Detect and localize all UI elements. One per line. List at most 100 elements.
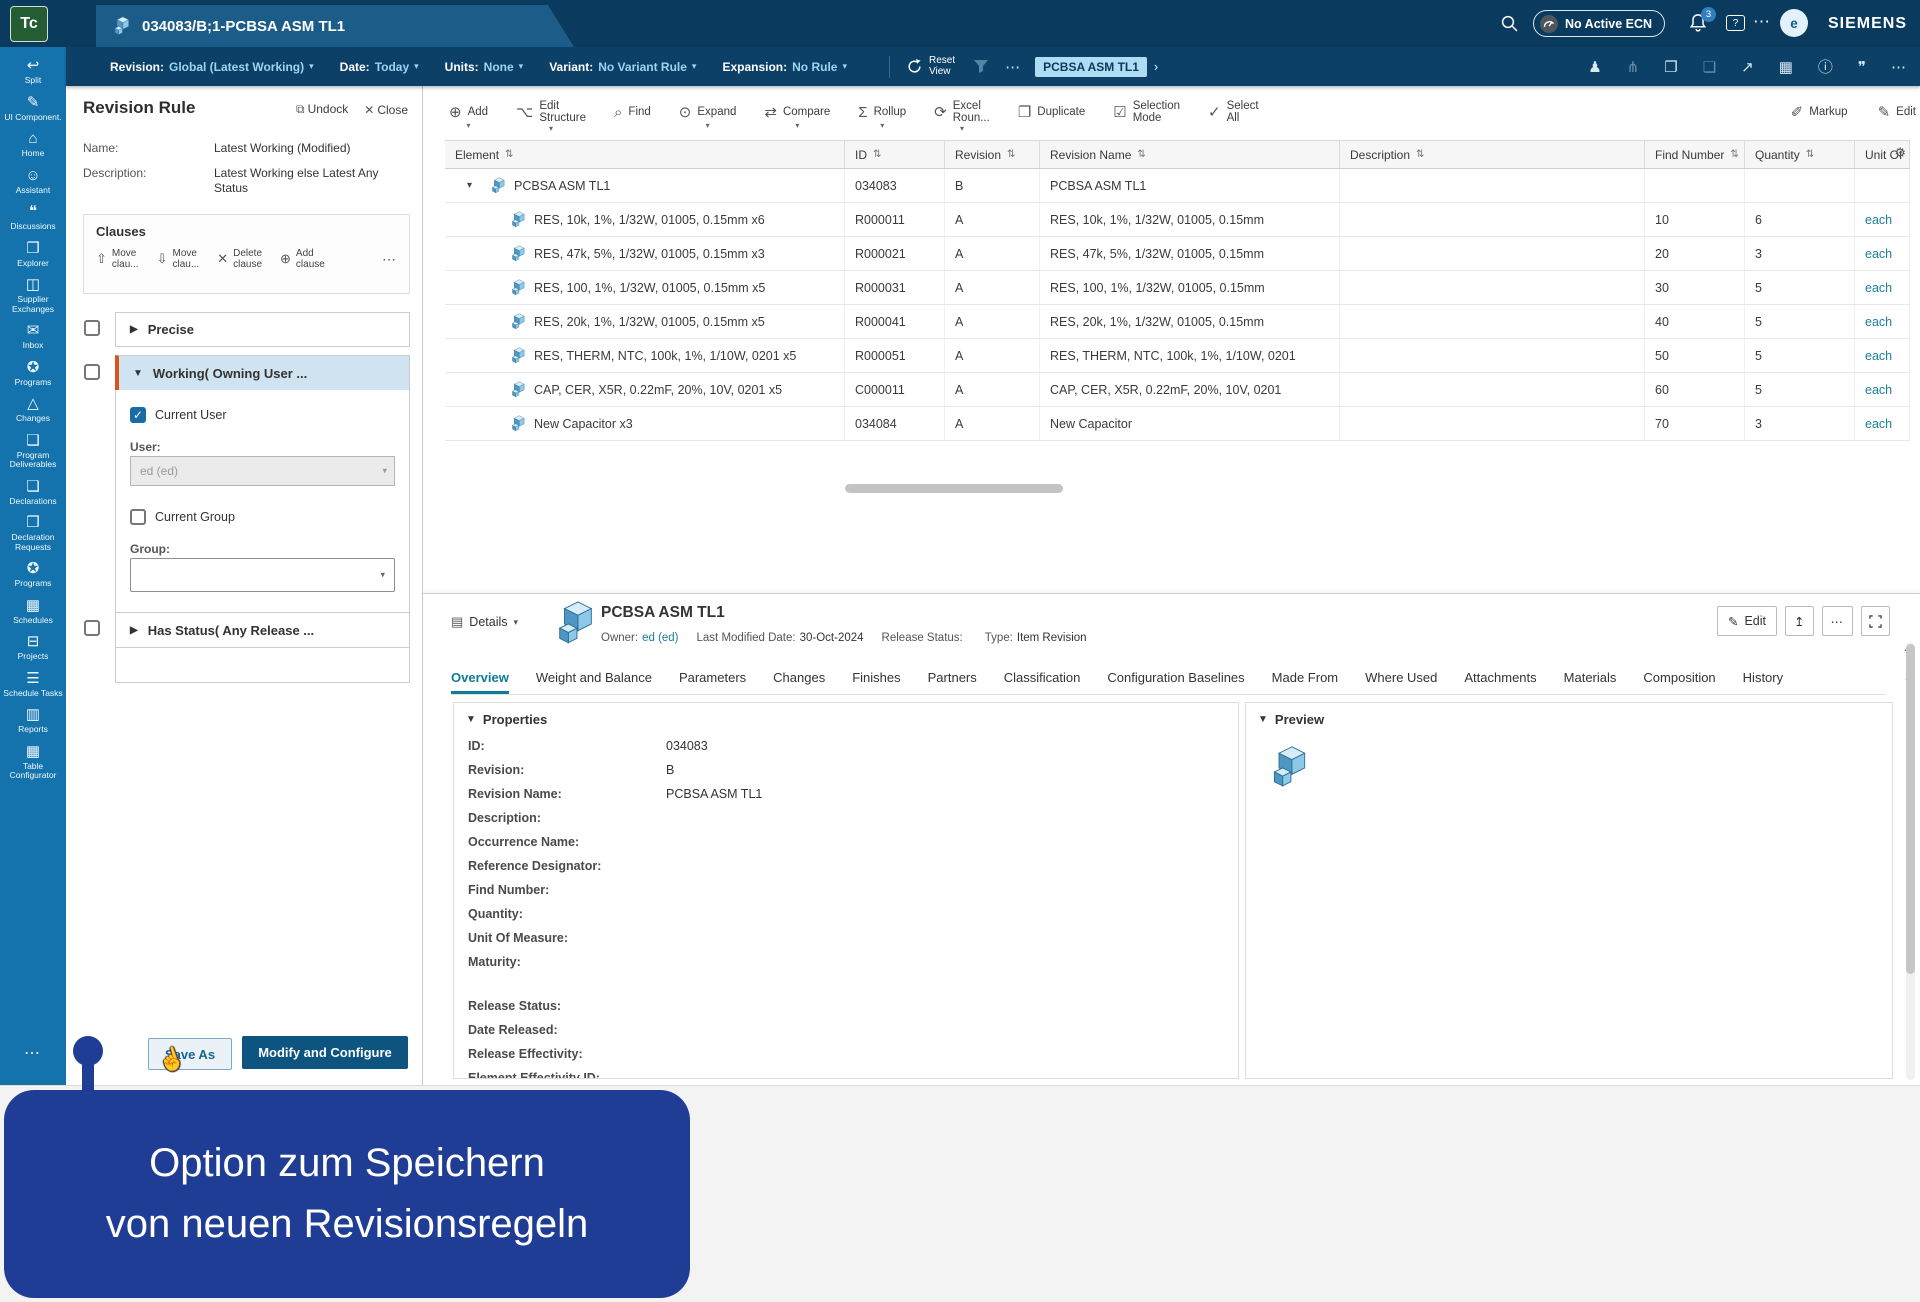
sidebar-item-explorer[interactable]: ❐Explorer: [0, 240, 66, 269]
clause-has-status[interactable]: ▶ Has Status( Any Release ...: [115, 612, 410, 648]
tab-made-from[interactable]: Made From: [1272, 670, 1338, 694]
vertical-scrollbar[interactable]: [1906, 642, 1915, 1080]
filter-expansion[interactable]: Expansion:No Rule▾: [722, 60, 847, 74]
sidebar-item-split[interactable]: ↩Split: [0, 57, 66, 86]
open-in-icon[interactable]: ↗: [1741, 58, 1754, 76]
sort-icon[interactable]: ⇅: [1806, 149, 1814, 160]
user-avatar[interactable]: e: [1780, 9, 1808, 37]
tab-materials[interactable]: Materials: [1564, 670, 1617, 694]
config-more-icon[interactable]: ⋯: [1005, 58, 1021, 76]
expand-button[interactable]: ⊙Expand▾: [679, 103, 737, 127]
tab-classification[interactable]: Classification: [1004, 670, 1081, 694]
sidebar-item-table-configurator[interactable]: ▦Table Configurator: [0, 743, 66, 781]
add-button[interactable]: ⊕Add▾: [449, 103, 488, 127]
meta-value[interactable]: ed (ed): [642, 632, 678, 644]
clause-working[interactable]: ▼ Working( Owning User ...: [115, 355, 410, 392]
filter-revision[interactable]: Revision:Global (Latest Working)▾: [110, 60, 314, 74]
no-active-ecn-pill[interactable]: No Active ECN: [1533, 10, 1665, 37]
modify-and-configure-button[interactable]: Modify and Configure: [242, 1036, 408, 1069]
select-all-button[interactable]: ✓Select All: [1208, 100, 1259, 130]
table-row[interactable]: ▾PCBSA ASM TL1034083BPCBSA ASM TL1: [445, 169, 1910, 203]
details-dropdown-button[interactable]: ▤ Details ▾: [451, 614, 518, 630]
unit-of-measure-link[interactable]: each: [1865, 383, 1892, 397]
cell-element[interactable]: RES, 47k, 5%, 1/32W, 01005, 0.15mm x3: [445, 237, 845, 270]
table-view-icon[interactable]: ▦: [1779, 58, 1793, 76]
close-button[interactable]: ✕Close: [364, 103, 408, 117]
table-row[interactable]: RES, 10k, 1%, 1/32W, 01005, 0.15mm x6R00…: [445, 203, 1910, 237]
sidebar-item-changes[interactable]: △Changes: [0, 395, 66, 424]
tab-finishes[interactable]: Finishes: [852, 670, 900, 694]
scrollbar-thumb[interactable]: [1906, 644, 1915, 974]
user-field[interactable]: [130, 456, 395, 486]
unit-of-measure-link[interactable]: each: [1865, 349, 1892, 363]
current-group-checkbox[interactable]: [130, 509, 146, 525]
filter-units[interactable]: Units:None▾: [445, 60, 524, 74]
sort-icon[interactable]: ⇅: [1007, 149, 1015, 160]
move-clause-up-button[interactable]: ⇧Move clau...: [96, 248, 139, 270]
undock-button[interactable]: ⧉Undock: [296, 102, 348, 117]
sidebar-item-reports[interactable]: ▥Reports: [0, 706, 66, 735]
column-header-find-number[interactable]: Find Number⇅: [1645, 141, 1745, 168]
tab-where-used[interactable]: Where Used: [1365, 670, 1437, 694]
cell-element[interactable]: RES, 100, 1%, 1/32W, 01005, 0.15mm x5: [445, 271, 845, 304]
cell-element[interactable]: RES, THERM, NTC, 100k, 1%, 1/10W, 0201 x…: [445, 339, 845, 372]
filter-funnel-icon[interactable]: [973, 59, 989, 74]
compare-button[interactable]: ⇄Compare▾: [764, 103, 830, 127]
tab-configuration-baselines[interactable]: Configuration Baselines: [1107, 670, 1244, 694]
duplicate-button[interactable]: ❐Duplicate: [1018, 103, 1085, 127]
tab-changes[interactable]: Changes: [773, 670, 825, 694]
share-button[interactable]: ↥: [1785, 606, 1813, 636]
current-user-checkbox[interactable]: ✓: [130, 407, 146, 423]
clause-precise[interactable]: ▶ Precise: [115, 312, 410, 347]
unit-of-measure-link[interactable]: each: [1865, 315, 1892, 329]
sidebar-item-schedules[interactable]: ▦Schedules: [0, 597, 66, 626]
tab-parameters[interactable]: Parameters: [679, 670, 746, 694]
info-icon[interactable]: ⓘ: [1818, 56, 1833, 77]
sort-icon[interactable]: ⇅: [873, 149, 881, 160]
clauses-more-icon[interactable]: ⋯: [382, 251, 397, 268]
reset-view-button[interactable]: Reset View: [906, 56, 955, 77]
sidebar-item-supplier-exchanges[interactable]: ◫Supplier Exchanges: [0, 276, 66, 314]
unit-of-measure-link[interactable]: each: [1865, 247, 1892, 261]
sidebar-item-assistant[interactable]: ☺Assistant: [0, 167, 66, 196]
sidebar-item-declarations[interactable]: ❏Declarations: [0, 478, 66, 507]
tab-composition[interactable]: Composition: [1643, 670, 1715, 694]
sidebar-item-discussions[interactable]: ❝Discussions: [0, 203, 66, 232]
table-row[interactable]: CAP, CER, X5R, 0.22mF, 20%, 10V, 0201 x5…: [445, 373, 1910, 407]
edit-button[interactable]: ✎Edit: [1878, 103, 1916, 127]
rollup-button[interactable]: ΣRollup▾: [858, 104, 906, 127]
tree-expand-caret-icon[interactable]: ▾: [467, 180, 483, 191]
expander-caret-icon[interactable]: ▶: [130, 625, 138, 636]
markup-button[interactable]: ✐Markup: [1791, 103, 1848, 127]
cell-element[interactable]: New Capacitor x3: [445, 407, 845, 440]
column-header-revision[interactable]: Revision⇅: [945, 141, 1040, 168]
working-clause-checkbox[interactable]: [84, 364, 100, 380]
tab-partners[interactable]: Partners: [928, 670, 977, 694]
column-header-description[interactable]: Description⇅: [1340, 141, 1645, 168]
sidebar-item-ui-component[interactable]: ✎UI Component.: [0, 94, 66, 123]
move-clause-down-button[interactable]: ⇩Move clau...: [157, 248, 200, 270]
copy-icon[interactable]: ❐: [1664, 58, 1677, 76]
more-icon[interactable]: ⋯: [1891, 58, 1906, 76]
document-tab[interactable]: 034083/B;1-PCBSA ASM TL1: [96, 5, 574, 47]
group-dropdown[interactable]: ▾: [130, 558, 395, 592]
sort-icon[interactable]: ⇅: [505, 149, 513, 160]
table-row[interactable]: RES, 20k, 1%, 1/32W, 01005, 0.15mm x5R00…: [445, 305, 1910, 339]
sort-icon[interactable]: ⇅: [1137, 149, 1145, 160]
tab-overview[interactable]: Overview: [451, 670, 509, 694]
help-comment-icon[interactable]: ?: [1726, 15, 1745, 31]
selection-mode-button[interactable]: ☑Selection Mode: [1113, 100, 1180, 130]
edit-structure-button[interactable]: ⌥Edit Structure▾: [516, 100, 586, 130]
sidebar-item-schedule-tasks[interactable]: ☰Schedule Tasks: [0, 670, 66, 699]
sidebar-overflow-icon[interactable]: ⋯: [24, 1043, 42, 1063]
unit-of-measure-link[interactable]: each: [1865, 281, 1892, 295]
workflow-icon[interactable]: ⋔: [1627, 58, 1640, 76]
properties-title[interactable]: ▼Properties: [466, 712, 547, 727]
sidebar-item-home[interactable]: ⌂Home: [0, 130, 66, 159]
add-clause-button[interactable]: ⊕Add clause: [280, 248, 325, 270]
tab-history[interactable]: History: [1743, 670, 1783, 694]
table-row[interactable]: RES, 47k, 5%, 1/32W, 01005, 0.15mm x3R00…: [445, 237, 1910, 271]
cell-element[interactable]: ▾PCBSA ASM TL1: [445, 169, 845, 202]
precise-clause-checkbox[interactable]: [84, 320, 100, 336]
breadcrumb-chip[interactable]: PCBSA ASM TL1: [1035, 57, 1147, 77]
